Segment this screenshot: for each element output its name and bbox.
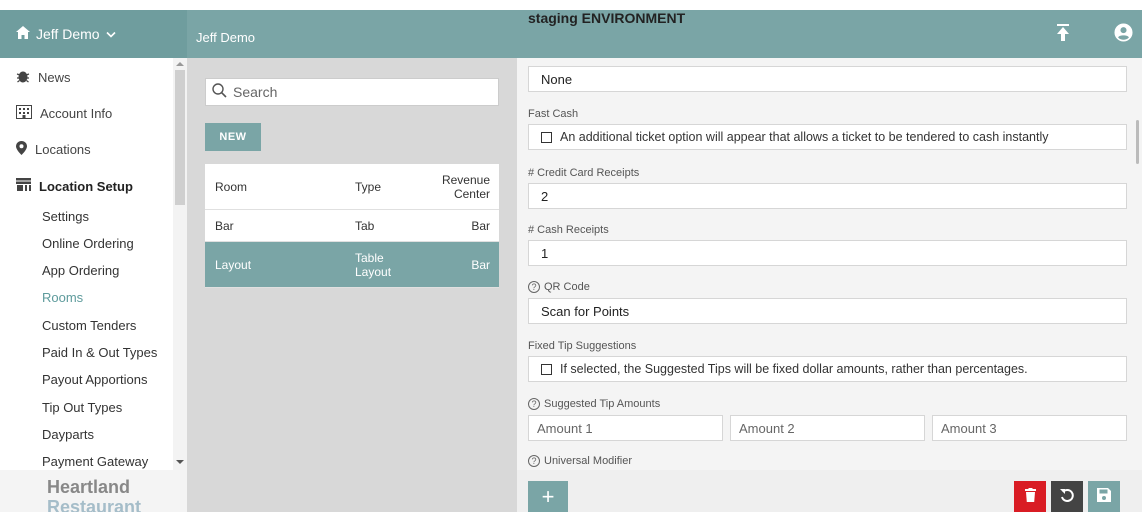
- qr-code-label: QR Code: [544, 281, 590, 293]
- rooms-table: Room Type Revenue Center Bar Tab Bar Lay…: [205, 164, 499, 288]
- sidebar-subitem-app-ordering[interactable]: App Ordering: [42, 263, 119, 278]
- sidebar-item-location-setup[interactable]: Location Setup: [16, 178, 133, 194]
- building-icon: [16, 105, 32, 122]
- help-icon[interactable]: ?: [528, 398, 540, 410]
- fast-cash-checkbox[interactable]: [541, 131, 552, 143]
- credit-card-receipts-input[interactable]: 2: [528, 183, 1127, 209]
- undo-button[interactable]: [1051, 481, 1083, 512]
- sidebar-item-label: Location Setup: [39, 178, 133, 194]
- company-name: Jeff Demo: [196, 30, 256, 45]
- sidebar-item-account-info[interactable]: Account Info: [16, 105, 112, 122]
- sidebar: News Account Info Locations Location Set…: [0, 58, 187, 512]
- store-icon: [16, 178, 31, 194]
- environment-label: staging ENVIRONMENT: [528, 10, 686, 26]
- cash-receipts-label: # Cash Receipts: [528, 224, 609, 236]
- cell-revenue-center: Bar: [471, 257, 490, 272]
- sidebar-subitem-rooms[interactable]: Rooms: [42, 290, 83, 305]
- fixed-tip-label: Fixed Tip Suggestions: [528, 340, 637, 352]
- fixed-tip-checkbox[interactable]: [541, 363, 552, 375]
- sidebar-subitem-settings[interactable]: Settings: [42, 209, 89, 224]
- location-switcher[interactable]: Jeff Demo: [0, 10, 187, 58]
- universal-modifier-label-row: ? Universal Modifier: [528, 455, 632, 467]
- cell-revenue-center: Bar: [471, 218, 490, 233]
- add-button[interactable]: +: [528, 481, 568, 512]
- column-header-type: Type: [355, 179, 382, 194]
- trash-icon: [1024, 488, 1036, 505]
- new-room-button[interactable]: NEW: [205, 123, 261, 151]
- logo-text-line2: Restaurant: [47, 497, 142, 512]
- room-detail-panel: None Fast Cash An additional ticket opti…: [517, 58, 1142, 512]
- fixed-tip-field: If selected, the Suggested Tips will be …: [528, 356, 1127, 382]
- column-header-room: Room: [215, 179, 248, 194]
- tip-amount-3-input[interactable]: Amount 3: [932, 415, 1127, 441]
- sidebar-scrollbar[interactable]: [173, 58, 187, 470]
- sidebar-item-label: Locations: [35, 142, 91, 157]
- sidebar-item-locations[interactable]: Locations: [16, 141, 91, 158]
- cash-receipts-input[interactable]: 1: [528, 240, 1127, 266]
- table-row[interactable]: Bar Tab Bar: [205, 210, 499, 242]
- table-row-selected[interactable]: Layout Table Layout Bar: [205, 242, 499, 288]
- scroll-down-arrow-icon[interactable]: [176, 460, 184, 464]
- fast-cash-description: An additional ticket option will appear …: [560, 130, 1049, 144]
- heartland-logo: Heartland Restaurant: [0, 470, 187, 512]
- scroll-up-arrow-icon[interactable]: [176, 62, 184, 66]
- sidebar-subitem-payout-apportions[interactable]: Payout Apportions: [42, 372, 148, 387]
- delete-button[interactable]: [1014, 481, 1046, 512]
- cell-room: Layout: [215, 257, 252, 272]
- suggested-tips-label-row: ? Suggested Tip Amounts: [528, 398, 660, 410]
- rooms-list-panel: NEW Room Type Revenue Center Bar Tab Bar…: [187, 58, 517, 512]
- suggested-tips-label: Suggested Tip Amounts: [544, 398, 661, 410]
- map-marker-icon: [16, 141, 27, 158]
- qr-code-label-row: ? QR Code: [528, 281, 590, 293]
- sidebar-subitem-dayparts[interactable]: Dayparts: [42, 427, 94, 442]
- column-header-revenue-center: Revenue Center: [441, 172, 490, 201]
- chevron-down-icon: [105, 26, 116, 42]
- home-icon: [16, 26, 30, 42]
- fixed-tip-description: If selected, the Suggested Tips will be …: [560, 362, 1028, 376]
- help-icon[interactable]: ?: [528, 281, 540, 293]
- setting-select-field[interactable]: None: [528, 66, 1127, 92]
- cell-type: Table Layout: [355, 250, 392, 279]
- search-input[interactable]: [233, 84, 483, 100]
- logo-text-line1: Heartland: [47, 477, 131, 497]
- qr-code-input[interactable]: Scan for Points: [528, 298, 1127, 324]
- search-icon: [212, 83, 227, 101]
- sidebar-item-label: Account Info: [40, 106, 113, 121]
- detail-scroll-thumb[interactable]: [1136, 120, 1139, 164]
- location-switcher-label: Jeff Demo: [36, 26, 100, 42]
- cell-room: Bar: [215, 218, 234, 233]
- credit-card-receipts-label: # Credit Card Receipts: [528, 167, 640, 179]
- sidebar-item-label: News: [38, 70, 71, 85]
- scroll-to-top-icon[interactable]: [1057, 24, 1069, 44]
- save-icon: [1097, 488, 1111, 505]
- search-box[interactable]: [205, 78, 499, 106]
- fast-cash-label: Fast Cash: [528, 108, 579, 120]
- tip-amount-1-input[interactable]: Amount 1: [528, 415, 723, 441]
- sidebar-subitem-custom-tenders[interactable]: Custom Tenders: [42, 318, 136, 333]
- sidebar-subitem-online-ordering[interactable]: Online Ordering: [42, 236, 134, 251]
- tip-amount-2-input[interactable]: Amount 2: [730, 415, 925, 441]
- action-footer: +: [517, 470, 1142, 512]
- sidebar-subitem-tip-out-types[interactable]: Tip Out Types: [42, 400, 122, 415]
- save-button[interactable]: [1088, 481, 1120, 512]
- detail-scrollbar[interactable]: [1134, 58, 1142, 470]
- sidebar-scroll-thumb[interactable]: [175, 70, 185, 205]
- cell-type: Tab: [355, 218, 375, 233]
- sidebar-item-news[interactable]: News: [16, 69, 71, 86]
- top-bar: Jeff Demo Jeff Demo staging ENVIRONMENT: [0, 10, 1142, 58]
- sidebar-subitem-payment-gateway[interactable]: Payment Gateway: [42, 454, 148, 469]
- universal-modifier-label: Universal Modifier: [544, 455, 633, 467]
- plus-icon: +: [541, 483, 555, 509]
- sidebar-subitem-paid-in-out-types[interactable]: Paid In & Out Types: [42, 345, 157, 360]
- bug-icon: [16, 69, 30, 86]
- undo-icon: [1060, 488, 1074, 505]
- help-icon[interactable]: ?: [528, 455, 540, 467]
- table-header-row: Room Type Revenue Center: [205, 164, 499, 210]
- user-profile-icon[interactable]: [1114, 23, 1133, 45]
- fast-cash-field: An additional ticket option will appear …: [528, 124, 1127, 150]
